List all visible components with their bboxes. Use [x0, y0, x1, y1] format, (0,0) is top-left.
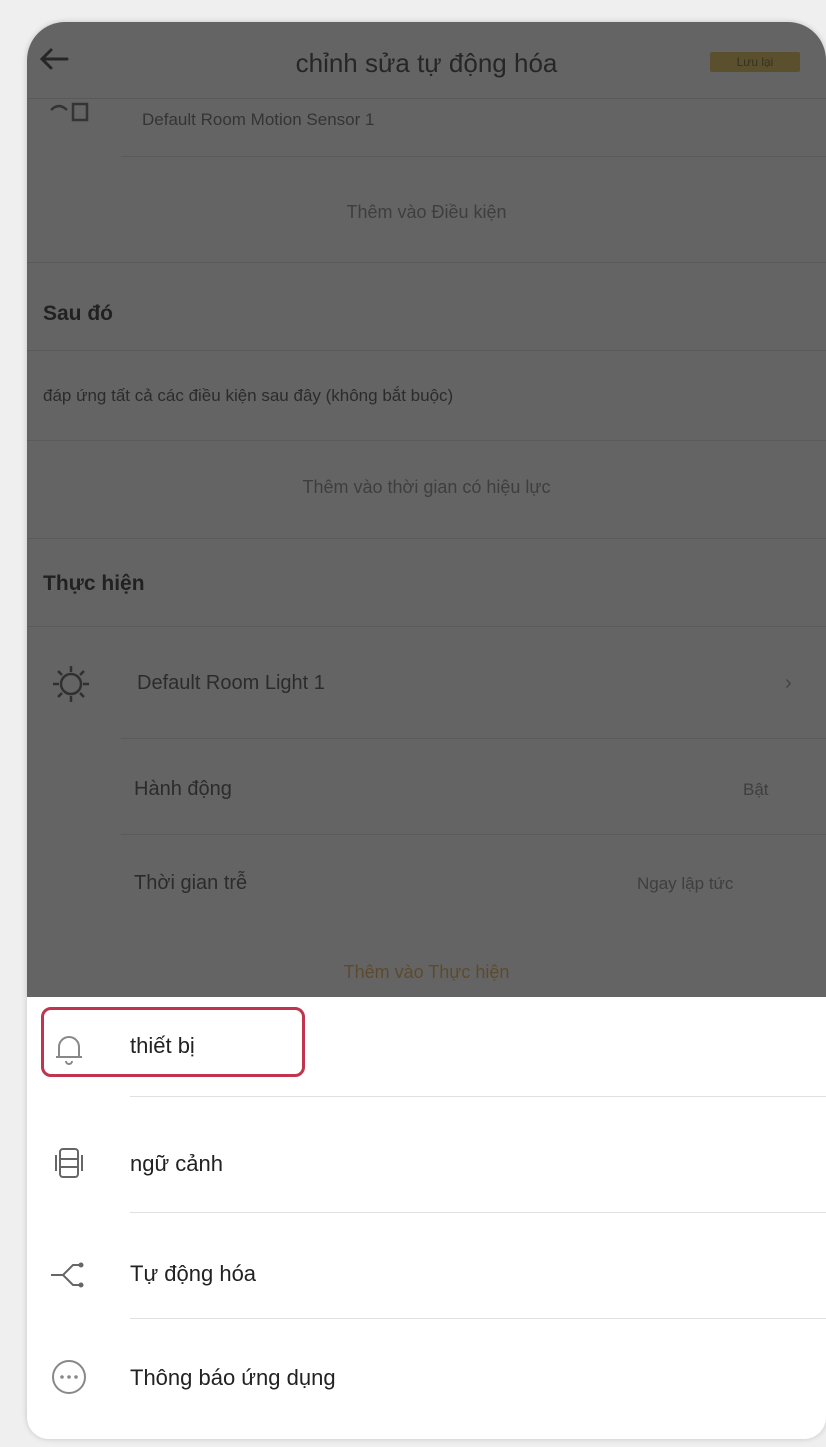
chat-icon: [52, 1360, 86, 1394]
automation-icon: [51, 1262, 84, 1288]
phone-frame: chỉnh sửa tự động hóa Lưu lại Default Ro…: [27, 22, 826, 1439]
delay-row[interactable]: Thời gian trễ Ngay lập tức: [27, 834, 826, 924]
then-description: đáp ứng tất cả các điều kiện sau đây (kh…: [43, 386, 454, 405]
delay-label: Thời gian trễ: [134, 872, 248, 894]
condition-device-row[interactable]: Default Room Motion Sensor 1: [27, 98, 826, 158]
option-label: Tự động hóa: [130, 1261, 257, 1286]
app-header: chỉnh sửa tự động hóa Lưu lại: [27, 22, 826, 99]
delay-value: Ngay lập tức: [637, 874, 734, 893]
then-section-title: Sau đó: [43, 302, 114, 325]
add-action-sheet: thiết bị ngữ cảnh Tự động hóa Thông báo …: [27, 997, 826, 1439]
divider: [27, 262, 826, 263]
action-label: Hành động: [134, 778, 232, 800]
condition-device-name: Default Room Motion Sensor 1: [142, 110, 375, 129]
action-value: Bật: [743, 780, 769, 799]
option-label: ngữ cảnh: [130, 1151, 224, 1176]
bell-icon: [56, 1036, 82, 1065]
add-action-link[interactable]: Thêm vào Thực hiện: [27, 962, 826, 983]
divider: [27, 538, 826, 539]
divider: [27, 626, 826, 627]
option-label: Thông báo ứng dụng: [130, 1365, 336, 1390]
add-condition-link[interactable]: Thêm vào Điều kiện: [27, 202, 826, 223]
scene-icon: [55, 1148, 83, 1178]
action-row[interactable]: Hành động Bật: [27, 738, 826, 835]
option-label: thiết bị: [130, 1033, 195, 1058]
save-button[interactable]: Lưu lại: [710, 52, 800, 72]
action-device-row[interactable]: Default Room Light 1 ›: [27, 632, 826, 739]
edit-automation-screen: chỉnh sửa tự động hóa Lưu lại Default Ro…: [27, 22, 826, 997]
divider: [27, 350, 826, 351]
action-section-title: Thực hiện: [43, 572, 145, 595]
add-effective-time-link[interactable]: Thêm vào thời gian có hiệu lực: [27, 477, 826, 498]
divider: [27, 440, 826, 441]
option-automation[interactable]: Tự động hóa: [27, 1213, 826, 1319]
action-device-name: Default Room Light 1: [137, 672, 325, 694]
option-scene[interactable]: ngữ cảnh: [27, 1097, 826, 1213]
option-app-notification[interactable]: Thông báo ứng dụng: [27, 1319, 826, 1429]
motion-sensor-icon: [50, 102, 89, 122]
divider: [121, 156, 826, 157]
option-device[interactable]: thiết bị: [27, 997, 826, 1097]
chevron-right-icon: ›: [785, 672, 792, 694]
light-bulb-icon: [53, 666, 89, 702]
page-title: chỉnh sửa tự động hóa: [295, 48, 558, 78]
